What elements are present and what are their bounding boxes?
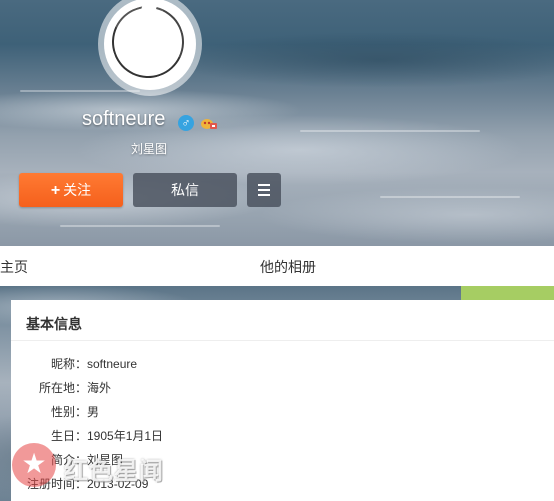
profile-tabbar: 的主页 他的相册 (0, 246, 554, 286)
wave-streak (60, 225, 220, 227)
info-value: 海外 (87, 381, 112, 395)
info-key: 生日 (50, 429, 75, 443)
message-label: 私信 (171, 182, 199, 198)
tab-album[interactable]: 他的相册 (260, 257, 316, 277)
info-colon: ： (75, 429, 88, 443)
info-value: 男 (87, 405, 100, 419)
info-row-nickname: 昵称：softneure (11, 355, 137, 372)
watermark: ★ 红色星闻 (12, 443, 172, 493)
cover-banner: softneure ♂ 刘星图 + 关注 私信 (0, 0, 554, 246)
info-row-location: 所在地：海外 (11, 379, 111, 396)
plus-icon: + (50, 182, 61, 199)
info-key: 昵称 (50, 357, 75, 371)
info-value: softneure (87, 357, 138, 371)
info-key: 所在地 (38, 381, 75, 395)
profile-tag[interactable]: 刘星图 (131, 140, 167, 157)
green-panel-edge (461, 286, 554, 300)
vip-badge-icon[interactable] (200, 117, 218, 131)
watermark-text: 红色星闻 (64, 458, 164, 485)
tab-home[interactable]: 的主页 (0, 257, 28, 277)
card-title: 基本信息 (26, 316, 82, 332)
avatar[interactable] (98, 0, 202, 96)
follow-button[interactable]: + 关注 (19, 173, 123, 207)
male-gender-icon: ♂ (178, 115, 194, 131)
info-row-gender: 性别：男 (11, 403, 99, 420)
follow-label: 关注 (63, 182, 92, 198)
star-logo-icon: ★ (12, 443, 56, 487)
message-button[interactable]: 私信 (133, 173, 237, 207)
info-colon: ： (75, 405, 88, 419)
info-colon: ： (75, 381, 88, 395)
info-row-birthday: 生日：1905年1月1日 (11, 427, 163, 444)
divider (11, 340, 554, 341)
wave-streak (300, 130, 480, 132)
wave-streak (380, 196, 520, 198)
info-value: 1905年1月1日 (87, 429, 164, 443)
username: softneure (82, 108, 166, 130)
info-colon: ： (75, 357, 88, 371)
more-menu-button[interactable] (247, 173, 281, 207)
menu-icon (258, 184, 270, 196)
info-key: 性别 (50, 405, 75, 419)
